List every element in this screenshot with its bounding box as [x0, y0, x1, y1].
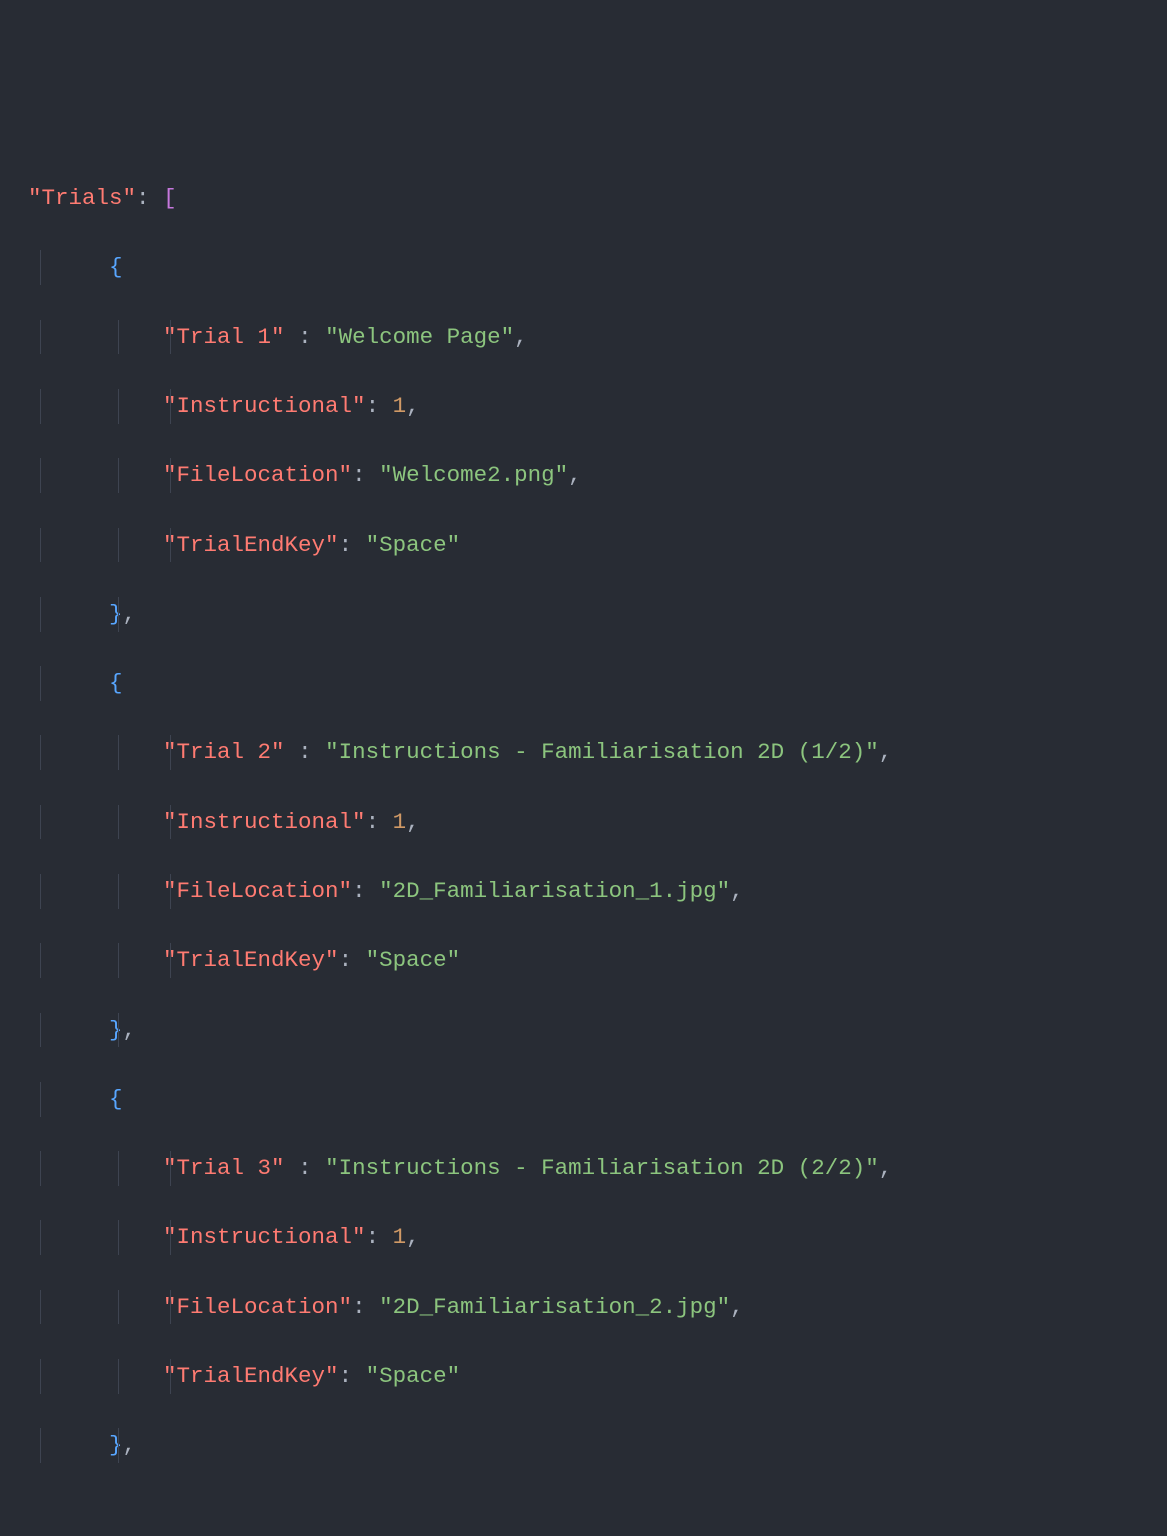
json-key: "Trial 1"	[163, 324, 285, 350]
code-line: },	[0, 1013, 1167, 1048]
colon: :	[339, 532, 353, 558]
json-key: "Trials"	[28, 185, 136, 211]
json-string: "Instructions - Familiarisation 2D (2/2)…	[325, 1155, 879, 1181]
json-number: 1	[393, 1224, 407, 1250]
json-key: "Instructional"	[163, 393, 366, 419]
colon: :	[136, 185, 150, 211]
comma: ,	[730, 878, 744, 904]
code-line: {	[0, 1082, 1167, 1117]
close-brace: }	[109, 1432, 123, 1458]
json-key: "FileLocation"	[163, 878, 352, 904]
colon: :	[298, 1155, 312, 1181]
json-key: "Instructional"	[163, 809, 366, 835]
json-key: "TrialEndKey"	[163, 947, 339, 973]
colon: :	[352, 878, 366, 904]
close-brace: }	[109, 601, 123, 627]
open-brace: {	[109, 1086, 123, 1112]
code-line: "Instructional": 1,	[0, 389, 1167, 424]
code-line: },	[0, 597, 1167, 632]
open-brace: {	[109, 254, 123, 280]
json-string: "Instructions - Familiarisation 2D (1/2)…	[325, 739, 879, 765]
json-string: "2D_Familiarisation_1.jpg"	[379, 878, 730, 904]
json-key: "Trial 2"	[163, 739, 285, 765]
colon: :	[352, 462, 366, 488]
code-line: {	[0, 666, 1167, 701]
json-key: "FileLocation"	[163, 462, 352, 488]
code-editor[interactable]: "Trials": [ { "Trial 1" : "Welcome Page"…	[0, 147, 1167, 1498]
json-string: "Space"	[366, 532, 461, 558]
code-line: "FileLocation": "2D_Familiarisation_1.jp…	[0, 874, 1167, 909]
comma: ,	[123, 1017, 137, 1043]
code-line: "FileLocation": "Welcome2.png",	[0, 458, 1167, 493]
code-line: "Instructional": 1,	[0, 1220, 1167, 1255]
comma: ,	[406, 1224, 420, 1250]
json-key: "Trial 3"	[163, 1155, 285, 1181]
comma: ,	[568, 462, 582, 488]
colon: :	[352, 1294, 366, 1320]
code-line: "Trial 3" : "Instructions - Familiarisat…	[0, 1151, 1167, 1186]
code-line: "Trials": [	[0, 181, 1167, 216]
json-key: "TrialEndKey"	[163, 1363, 339, 1389]
code-line: {	[0, 250, 1167, 285]
json-number: 1	[393, 809, 407, 835]
json-string: "Space"	[366, 947, 461, 973]
comma: ,	[406, 393, 420, 419]
code-line: "TrialEndKey": "Space"	[0, 943, 1167, 978]
code-line: "TrialEndKey": "Space"	[0, 1359, 1167, 1394]
code-line: "FileLocation": "2D_Familiarisation_2.jp…	[0, 1290, 1167, 1325]
json-key: "FileLocation"	[163, 1294, 352, 1320]
close-brace: }	[109, 1017, 123, 1043]
colon: :	[339, 1363, 353, 1389]
colon: :	[366, 393, 380, 419]
colon: :	[366, 809, 380, 835]
json-string: "Welcome2.png"	[379, 462, 568, 488]
comma: ,	[514, 324, 528, 350]
open-array-bracket: [	[163, 185, 177, 211]
json-number: 1	[393, 393, 407, 419]
code-line: "TrialEndKey": "Space"	[0, 528, 1167, 563]
colon: :	[339, 947, 353, 973]
code-line: "Trial 2" : "Instructions - Familiarisat…	[0, 735, 1167, 770]
json-string: "2D_Familiarisation_2.jpg"	[379, 1294, 730, 1320]
code-line: },	[0, 1428, 1167, 1463]
comma: ,	[879, 1155, 893, 1181]
comma: ,	[123, 1432, 137, 1458]
colon: :	[366, 1224, 380, 1250]
open-brace: {	[109, 670, 123, 696]
json-key: "Instructional"	[163, 1224, 366, 1250]
comma: ,	[730, 1294, 744, 1320]
json-string: "Space"	[366, 1363, 461, 1389]
comma: ,	[123, 601, 137, 627]
json-key: "TrialEndKey"	[163, 532, 339, 558]
json-string: "Welcome Page"	[325, 324, 514, 350]
colon: :	[298, 324, 312, 350]
code-line: "Trial 1" : "Welcome Page",	[0, 320, 1167, 355]
comma: ,	[879, 739, 893, 765]
colon: :	[298, 739, 312, 765]
comma: ,	[406, 809, 420, 835]
code-line: "Instructional": 1,	[0, 805, 1167, 840]
